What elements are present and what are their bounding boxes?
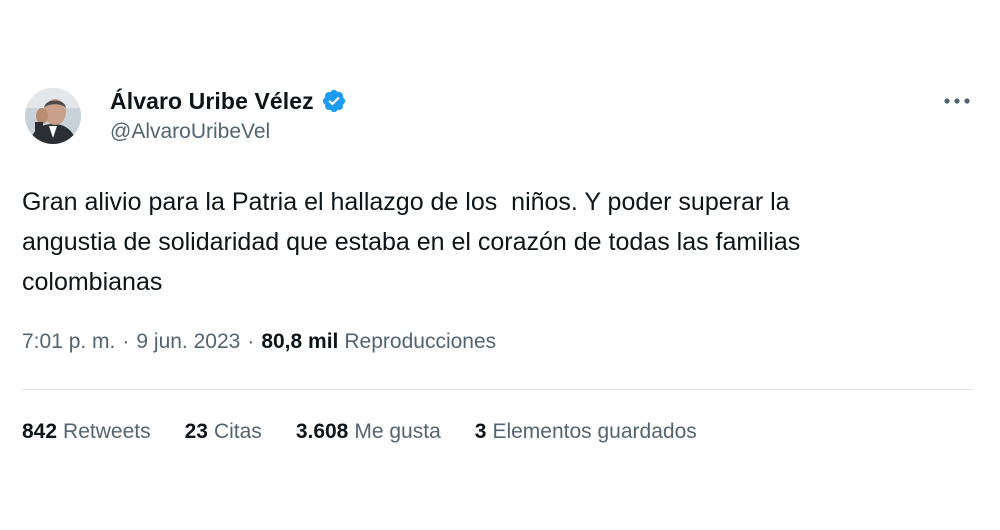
- stat-label: Elementos guardados: [492, 420, 697, 443]
- avatar-image: [25, 88, 81, 144]
- avatar[interactable]: [25, 88, 81, 144]
- verified-badge-icon[interactable]: [321, 88, 347, 114]
- views-count: 80,8 mil: [261, 330, 339, 353]
- ellipsis-icon: [944, 98, 970, 104]
- divider: [22, 389, 973, 390]
- views-label: Reproducciones: [344, 330, 497, 353]
- tweet-time[interactable]: 7:01 p. m.: [22, 330, 115, 354]
- stat-retweets[interactable]: 842 Retweets: [22, 420, 151, 444]
- author-handle[interactable]: @AlvaroUribeVel: [110, 120, 270, 144]
- meta-separator: ·: [247, 330, 255, 353]
- stat-bookmarks[interactable]: 3 Elementos guardados: [475, 420, 697, 444]
- stat-likes[interactable]: 3.608 Me gusta: [296, 420, 441, 444]
- more-options-button[interactable]: [940, 86, 974, 116]
- engagement-stats: 842 Retweets 23 Citas 3.608 Me gusta 3 Eleme…: [22, 420, 731, 444]
- stat-label: Retweets: [63, 420, 151, 443]
- stat-label: Citas: [213, 420, 262, 443]
- stat-count: 842: [22, 420, 58, 443]
- stat-count: 23: [184, 420, 208, 443]
- tweet-text: Gran alivio para la Patria el hallazgo d…: [22, 188, 801, 296]
- stat-count: 3: [474, 420, 487, 443]
- tweet-meta: 7:01 p. m. · 9 jun. 2023 · 80,8 mil Repr…: [22, 330, 496, 354]
- stat-quotes[interactable]: 23 Citas: [185, 420, 262, 444]
- tweet-card: Álvaro Uribe Vélez @AlvaroUribeVel Gran …: [0, 0, 1000, 530]
- tweet-date[interactable]: 9 jun. 2023: [136, 330, 240, 354]
- meta-separator: ·: [122, 330, 130, 353]
- author-name-row: Álvaro Uribe Vélez: [110, 86, 347, 116]
- stat-count: 3.608: [295, 420, 349, 443]
- stat-label: Me gusta: [354, 420, 441, 443]
- author-display-name[interactable]: Álvaro Uribe Vélez: [110, 88, 314, 115]
